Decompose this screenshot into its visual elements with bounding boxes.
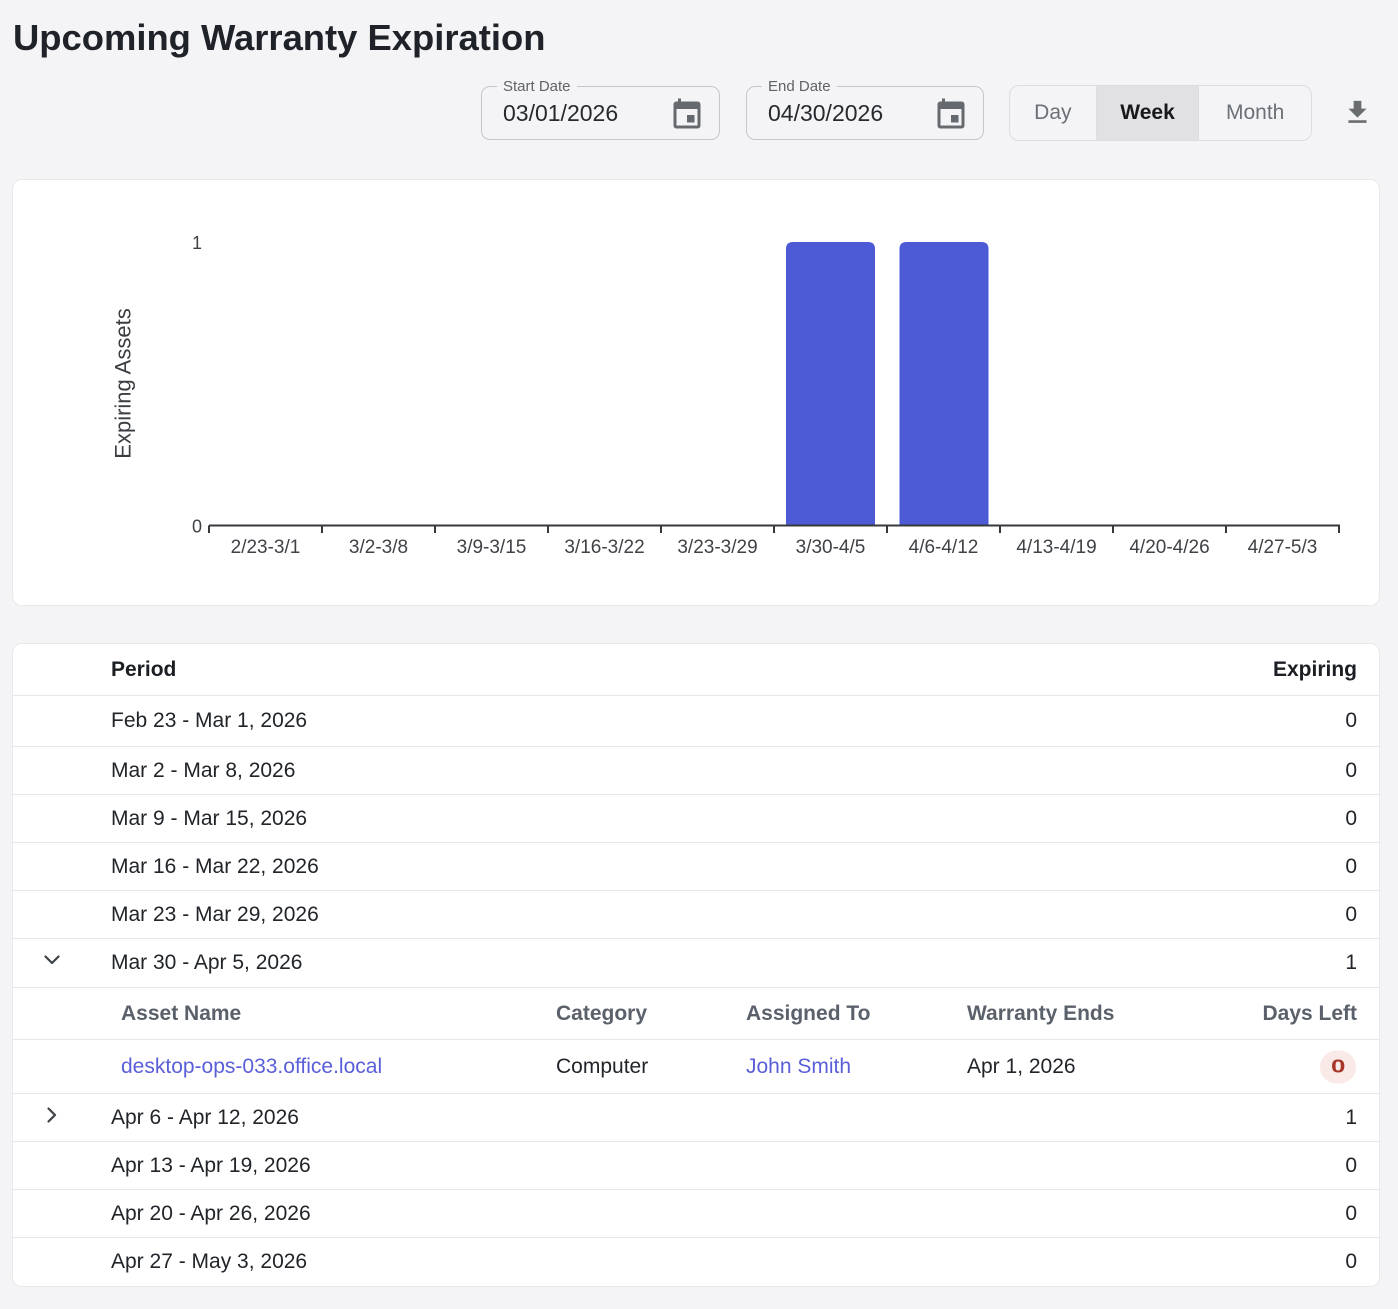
svg-text:4/13-4/19: 4/13-4/19	[1016, 537, 1096, 558]
svg-text:3/2-3/8: 3/2-3/8	[349, 537, 408, 558]
svg-text:4/20-4/26: 4/20-4/26	[1129, 537, 1209, 558]
svg-text:2/23-3/1: 2/23-3/1	[231, 537, 301, 558]
svg-text:Expiring Assets: Expiring Assets	[111, 308, 136, 458]
svg-text:4/6-4/12: 4/6-4/12	[909, 537, 979, 558]
svg-text:3/9-3/15: 3/9-3/15	[457, 537, 527, 558]
svg-text:3/30-4/5: 3/30-4/5	[796, 537, 866, 558]
svg-text:3/16-3/22: 3/16-3/22	[564, 537, 644, 558]
svg-text:4/27-5/3: 4/27-5/3	[1248, 537, 1318, 558]
svg-text:1: 1	[192, 233, 202, 253]
svg-text:0: 0	[192, 517, 202, 537]
svg-text:3/23-3/29: 3/23-3/29	[677, 537, 757, 558]
